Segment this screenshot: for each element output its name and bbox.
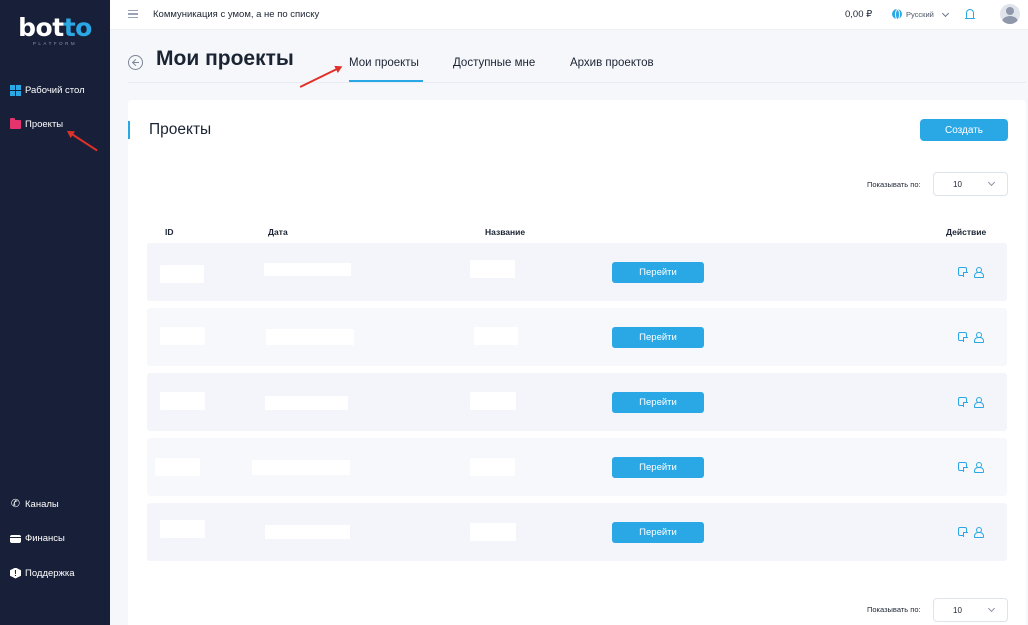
redacted-id [160, 327, 205, 345]
column-header-name: Название [485, 227, 526, 237]
edit-icon[interactable] [958, 462, 968, 472]
logo-subtitle: PLATFORM [32, 41, 78, 46]
dashboard-icon [10, 84, 21, 96]
logo-wordmark: botto [0, 14, 110, 42]
go-button[interactable]: Перейти [612, 327, 704, 348]
edit-icon[interactable] [958, 267, 968, 277]
redacted-id [155, 458, 200, 476]
support-icon [10, 567, 21, 579]
logo-accent-text: to [63, 13, 93, 42]
folder-icon [10, 118, 21, 129]
column-header-date: Дата [268, 227, 288, 237]
page-size-label: Показывать по: [867, 180, 921, 189]
users-icon[interactable] [973, 397, 984, 408]
globe-icon [892, 9, 902, 20]
redacted-name [470, 392, 516, 410]
language-label: Русский [906, 9, 934, 19]
edit-icon[interactable] [958, 527, 968, 537]
wallet-icon [10, 534, 21, 543]
table-row: Перейти [147, 243, 1007, 301]
sidebar-item-desktop[interactable]: Рабочий стол [10, 83, 85, 97]
redacted-date [252, 460, 350, 475]
annotation-arrow-tab [299, 66, 341, 88]
redacted-id [160, 265, 204, 283]
logo[interactable]: botto PLATFORM [0, 14, 110, 47]
tab-my-projects[interactable]: Мои проекты [349, 57, 419, 69]
phone-icon: ✆ [10, 497, 21, 510]
redacted-date [265, 396, 348, 410]
tab-available[interactable]: Доступные мне [453, 57, 535, 69]
chevron-down-icon [941, 9, 949, 17]
redacted-name [470, 260, 515, 278]
users-icon[interactable] [973, 267, 984, 278]
users-icon[interactable] [973, 462, 984, 473]
sidebar-item-label: Рабочий стол [25, 84, 85, 96]
menu-icon[interactable] [128, 10, 138, 18]
sidebar-item-label: Финансы [25, 532, 65, 544]
edit-icon[interactable] [958, 397, 968, 407]
column-header-action: Действие [946, 227, 987, 237]
avatar[interactable] [1000, 4, 1020, 24]
page-title: Мои проекты [156, 47, 294, 70]
redacted-date [265, 525, 350, 539]
page-size-label-bottom: Показывать по: [867, 605, 921, 614]
slogan: Коммуникация с умом, а не по списку [153, 9, 320, 20]
page-size-value: 10 [953, 606, 962, 615]
sidebar-item-channels[interactable]: ✆ Каналы [10, 497, 59, 511]
back-button[interactable] [128, 55, 143, 70]
table-row: Перейти [147, 373, 1007, 431]
chevron-down-icon [987, 604, 996, 613]
balance[interactable]: 0,00 ₽ [845, 9, 872, 20]
users-icon[interactable] [973, 527, 984, 538]
sidebar-item-support[interactable]: Поддержка [10, 566, 75, 580]
table-row: Перейти [147, 438, 1007, 496]
users-icon[interactable] [973, 332, 984, 343]
logo-main-text: bot [18, 13, 64, 42]
redacted-date [264, 263, 351, 276]
go-button[interactable]: Перейти [612, 392, 704, 413]
tab-archive[interactable]: Архив проектов [570, 57, 654, 69]
header-divider [128, 82, 1026, 83]
page-size-value: 10 [953, 180, 962, 189]
sidebar-item-projects[interactable]: Проекты [10, 117, 63, 131]
go-button[interactable]: Перейти [612, 262, 704, 283]
sidebar-item-label: Поддержка [25, 567, 75, 579]
redacted-id [160, 520, 205, 538]
table-row: Перейти [147, 503, 1007, 561]
chevron-down-icon [987, 178, 996, 187]
redacted-date [266, 329, 354, 345]
redacted-name [470, 523, 516, 541]
sidebar: botto PLATFORM Рабочий стол Проекты ✆ Ка… [0, 0, 110, 625]
go-button[interactable]: Перейти [612, 522, 704, 543]
create-button[interactable]: Создать [920, 119, 1008, 141]
page-size-select-bottom[interactable]: 10 [933, 598, 1008, 622]
panel-accent-bar [128, 121, 130, 139]
redacted-name [474, 327, 518, 345]
table-row: Перейти [147, 308, 1007, 366]
redacted-id [160, 392, 205, 410]
sidebar-item-label: Проекты [25, 118, 64, 130]
redacted-name [470, 458, 515, 476]
bell-icon[interactable] [965, 9, 975, 19]
sidebar-item-label: Каналы [25, 498, 59, 510]
topbar: Коммуникация с умом, а не по списку 0,00… [110, 0, 1028, 30]
edit-icon[interactable] [958, 332, 968, 342]
page-size-select[interactable]: 10 [933, 172, 1008, 196]
go-button[interactable]: Перейти [612, 457, 704, 478]
column-header-id: ID [165, 227, 174, 237]
panel-title: Проекты [149, 121, 212, 138]
sidebar-item-finance[interactable]: Финансы [10, 531, 65, 545]
language-selector[interactable]: Русский [892, 9, 949, 20]
